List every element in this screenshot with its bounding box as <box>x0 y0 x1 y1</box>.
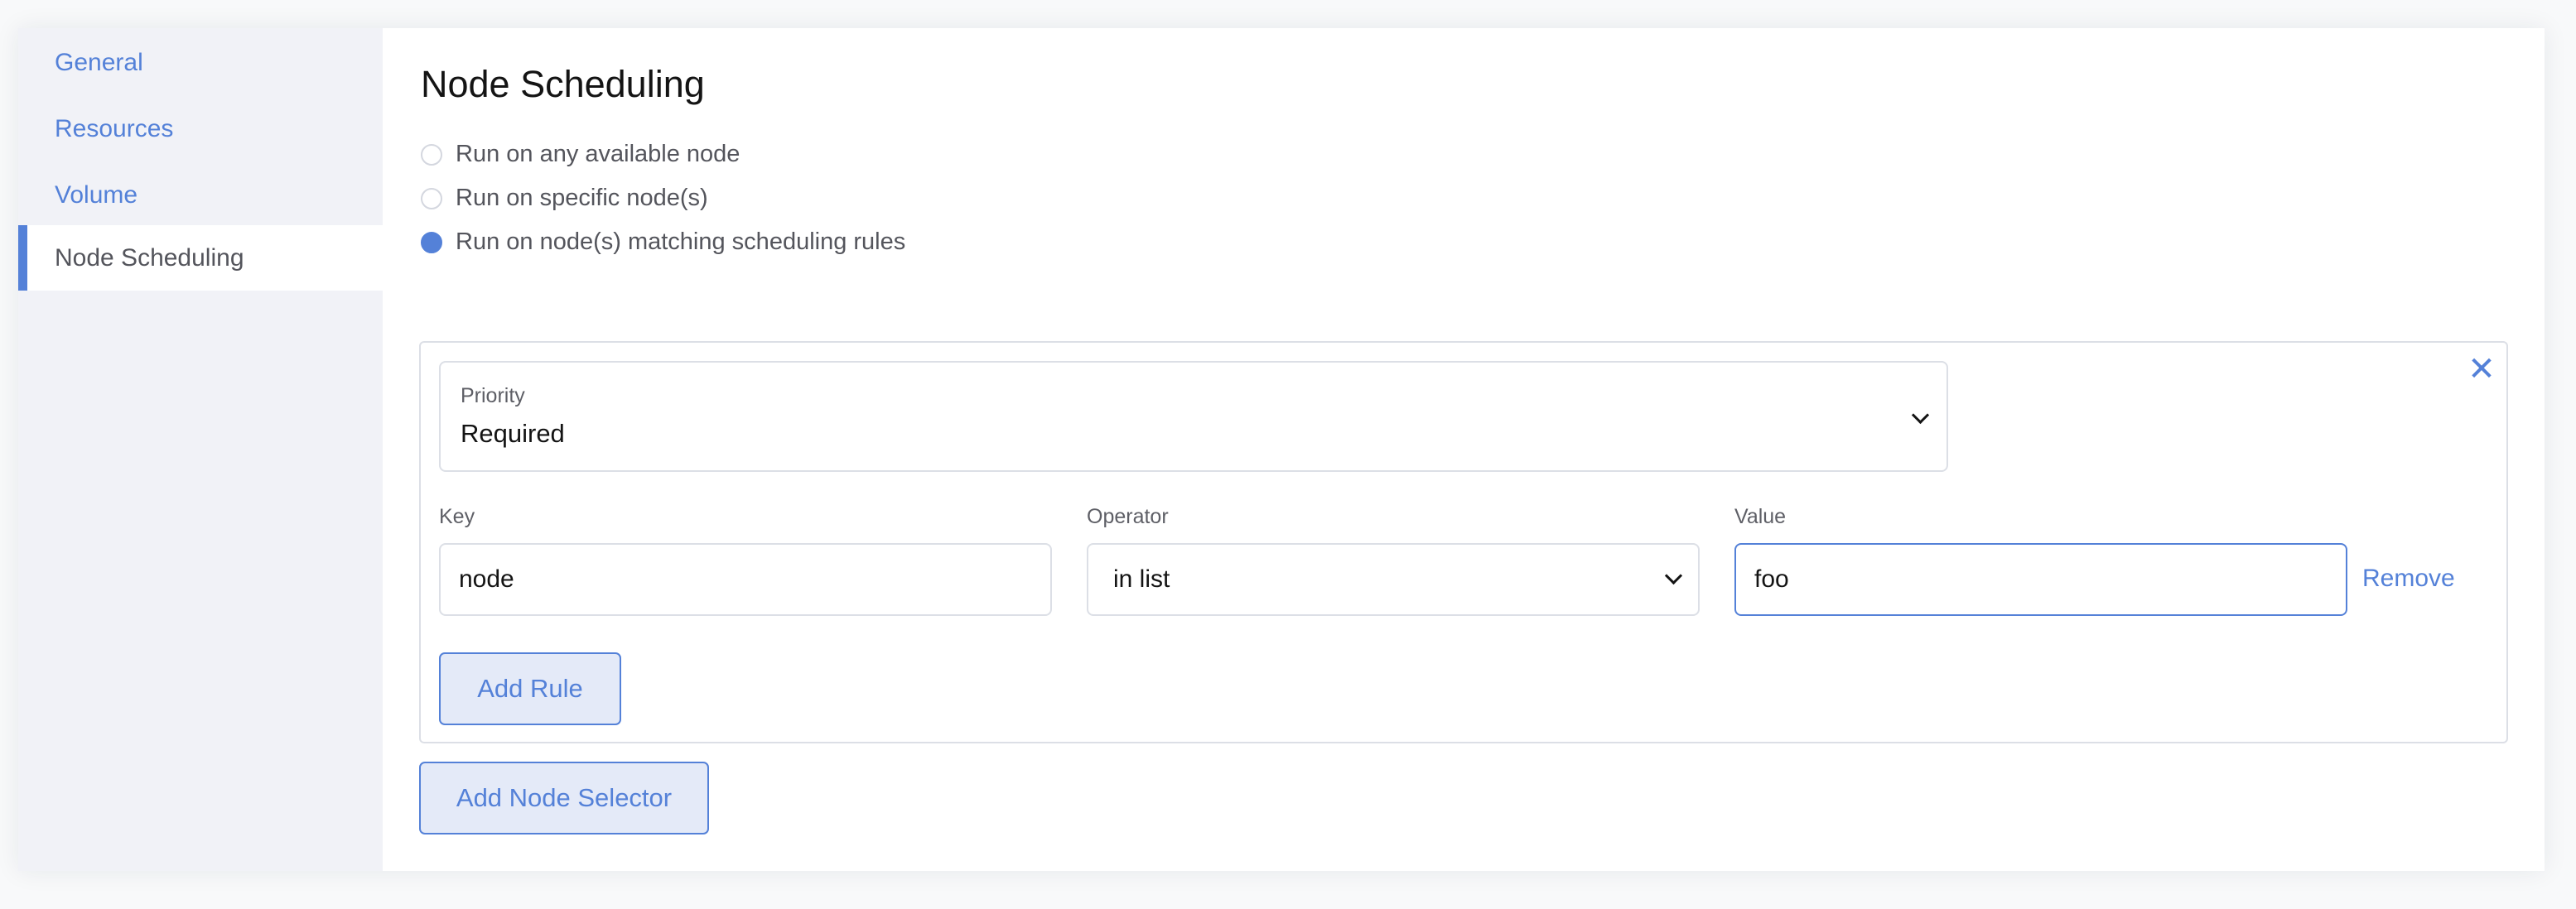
value-value: foo <box>1754 565 1789 593</box>
sidebar-item-label: Node Scheduling <box>55 243 244 272</box>
value-label: Value <box>1734 505 1787 528</box>
sidebar-item-resources[interactable]: Resources <box>18 96 383 161</box>
key-value: node <box>459 565 514 593</box>
add-rule-label: Add Rule <box>477 674 583 703</box>
settings-panel: General Resources Volume Node Scheduling… <box>18 28 2545 871</box>
operator-select[interactable]: in list <box>1087 543 1700 616</box>
chevron-down-icon <box>1664 566 1683 585</box>
sidebar-item-node-scheduling[interactable]: Node Scheduling <box>18 225 383 291</box>
operator-label: Operator <box>1087 505 1169 528</box>
sidebar: General Resources Volume Node Scheduling <box>18 28 383 871</box>
sidebar-item-general[interactable]: General <box>18 30 383 95</box>
radio-any-node[interactable]: Run on any available node <box>421 141 740 168</box>
sidebar-item-volume[interactable]: Volume <box>18 162 383 228</box>
add-node-selector-label: Add Node Selector <box>456 783 673 812</box>
radio-button[interactable] <box>421 143 442 166</box>
radio-button[interactable] <box>421 187 442 209</box>
sidebar-item-label: Resources <box>55 114 174 142</box>
radio-label: Run on specific node(s) <box>456 185 708 211</box>
node-selector-card: ✕ Priority Required Key node Operator in… <box>419 341 2508 743</box>
radio-label: Run on node(s) matching scheduling rules <box>456 228 906 255</box>
key-label: Key <box>439 505 475 528</box>
radio-button-selected[interactable] <box>421 231 442 253</box>
sidebar-item-label: Volume <box>55 180 138 209</box>
radio-label: Run on any available node <box>456 141 740 167</box>
value-input[interactable]: foo <box>1734 543 2347 616</box>
key-input[interactable]: node <box>439 543 1052 616</box>
page-title: Node Scheduling <box>421 63 705 105</box>
close-icon[interactable]: ✕ <box>2465 353 2498 386</box>
priority-label: Priority <box>461 384 525 407</box>
radio-specific-nodes[interactable]: Run on specific node(s) <box>421 185 708 212</box>
add-rule-button[interactable]: Add Rule <box>439 652 621 725</box>
add-node-selector-button[interactable]: Add Node Selector <box>419 762 709 834</box>
remove-rule-link[interactable]: Remove <box>2362 565 2455 593</box>
priority-value: Required <box>461 419 565 448</box>
main-content: Node Scheduling Run on any available nod… <box>383 28 2545 871</box>
radio-matching-rules[interactable]: Run on node(s) matching scheduling rules <box>421 228 905 256</box>
sidebar-item-label: General <box>55 48 143 76</box>
operator-value: in list <box>1113 565 1170 593</box>
chevron-down-icon <box>1911 406 1930 425</box>
priority-select[interactable]: Priority Required <box>439 361 1948 472</box>
